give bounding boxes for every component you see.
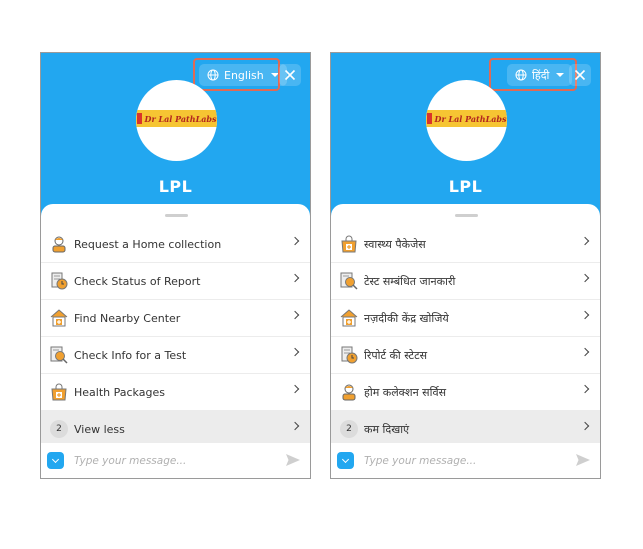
- health-packages-icon: [50, 383, 68, 401]
- menu-sheet: स्वास्थ्य पैकेजेस टेस्ट सम्बंधित जानकारी न…: [331, 204, 600, 478]
- bot-name: LPL: [448, 177, 483, 196]
- menu-item[interactable]: Health Packages: [41, 374, 310, 411]
- chevron-right-icon: [580, 421, 590, 431]
- drag-handle[interactable]: [165, 214, 188, 217]
- close-button[interactable]: [279, 64, 301, 86]
- home-collection-icon: [50, 235, 68, 253]
- message-composer: [331, 442, 600, 478]
- message-composer: [41, 442, 310, 478]
- language-selector[interactable]: English: [199, 64, 287, 86]
- test-info-icon: [50, 346, 68, 364]
- menu-item-label: Request a Home collection: [74, 237, 222, 251]
- language-label: English: [224, 68, 264, 82]
- chat-widget-english: English Dr Lal PathLabs LPL Request a Ho…: [40, 52, 311, 479]
- count-badge-number: 2: [340, 420, 358, 438]
- menu-item[interactable]: रिपोर्ट की स्टेटस: [331, 337, 600, 374]
- language-selector[interactable]: हिंदी: [507, 64, 573, 86]
- logo-text: Dr Lal PathLabs: [144, 113, 217, 124]
- logo: Dr Lal PathLabs: [136, 110, 217, 127]
- menu-item-label: नज़दीकी केंद्र खोजिये: [364, 311, 449, 325]
- menu-item[interactable]: स्वास्थ्य पैकेजेस: [331, 226, 600, 263]
- message-input[interactable]: [72, 453, 266, 468]
- chevron-right-icon: [290, 236, 300, 246]
- menu-toggle-button[interactable]: [337, 452, 354, 469]
- chevron-down-icon: [341, 455, 350, 464]
- menu-item-label: कम दिखाएं: [364, 422, 410, 436]
- bot-avatar: Dr Lal PathLabs: [426, 80, 507, 161]
- health-packages-icon: [340, 235, 358, 253]
- bot-name: LPL: [158, 177, 193, 196]
- drag-handle[interactable]: [455, 214, 478, 217]
- close-button[interactable]: [569, 64, 591, 86]
- nearby-center-icon: [50, 309, 68, 327]
- chevron-right-icon: [290, 347, 300, 357]
- globe-icon: [515, 69, 527, 81]
- menu-item-label: Health Packages: [74, 385, 165, 399]
- chevron-right-icon: [290, 421, 300, 431]
- menu-item[interactable]: Find Nearby Center: [41, 300, 310, 337]
- menu-item[interactable]: टेस्ट सम्बंधित जानकारी: [331, 263, 600, 300]
- logo-mark-icon: [426, 113, 432, 124]
- quick-reply-menu: स्वास्थ्य पैकेजेस टेस्ट सम्बंधित जानकारी न…: [331, 226, 600, 448]
- language-label: हिंदी: [532, 68, 550, 82]
- menu-item[interactable]: नज़दीकी केंद्र खोजिये: [331, 300, 600, 337]
- home-collection-icon: [340, 383, 358, 401]
- chevron-right-icon: [580, 273, 590, 283]
- logo-mark-icon: [136, 113, 142, 124]
- count-badge: 2: [50, 420, 68, 438]
- menu-item-label: स्वास्थ्य पैकेजेस: [364, 237, 426, 251]
- menu-item-label: रिपोर्ट की स्टेटस: [364, 348, 428, 362]
- menu-item-label: Find Nearby Center: [74, 311, 181, 325]
- bot-avatar: Dr Lal PathLabs: [136, 80, 217, 161]
- chevron-right-icon: [290, 310, 300, 320]
- menu-item-label: होम कलेक्शन सर्विस: [364, 385, 447, 399]
- quick-reply-menu: Request a Home collection Check Status of…: [41, 226, 310, 448]
- report-status-icon: [50, 272, 68, 290]
- menu-item[interactable]: होम कलेक्शन सर्विस: [331, 374, 600, 411]
- chevron-right-icon: [580, 384, 590, 394]
- logo: Dr Lal PathLabs: [426, 110, 507, 127]
- menu-sheet: Request a Home collection Check Status of…: [41, 204, 310, 478]
- nearby-center-icon: [340, 309, 358, 327]
- chevron-right-icon: [580, 310, 590, 320]
- chat-widget-hindi: हिंदी Dr Lal PathLabs LPL स्वास्थ्य पैके…: [330, 52, 601, 479]
- menu-toggle-button[interactable]: [47, 452, 64, 469]
- report-status-icon: [340, 346, 358, 364]
- chevron-down-icon: [51, 455, 60, 464]
- menu-item[interactable]: Request a Home collection: [41, 226, 310, 263]
- menu-item[interactable]: Check Info for a Test: [41, 337, 310, 374]
- close-icon: [574, 69, 586, 81]
- menu-item-label: View less: [74, 422, 125, 436]
- menu-item-label: टेस्ट सम्बंधित जानकारी: [364, 274, 456, 288]
- message-input[interactable]: [362, 453, 556, 468]
- menu-item[interactable]: Check Status of Report: [41, 263, 310, 300]
- chevron-right-icon: [580, 236, 590, 246]
- count-badge-number: 2: [50, 420, 68, 438]
- chevron-right-icon: [290, 384, 300, 394]
- caret-down-icon: [270, 73, 279, 77]
- menu-item-label: Check Info for a Test: [74, 348, 187, 362]
- send-icon[interactable]: [576, 454, 590, 466]
- test-info-icon: [340, 272, 358, 290]
- globe-icon: [207, 69, 219, 81]
- logo-text: Dr Lal PathLabs: [434, 113, 507, 124]
- menu-item-label: Check Status of Report: [74, 274, 201, 288]
- count-badge: 2: [340, 420, 358, 438]
- chevron-right-icon: [580, 347, 590, 357]
- send-icon[interactable]: [286, 454, 300, 466]
- close-icon: [284, 69, 296, 81]
- caret-down-icon: [556, 73, 565, 77]
- chevron-right-icon: [290, 273, 300, 283]
